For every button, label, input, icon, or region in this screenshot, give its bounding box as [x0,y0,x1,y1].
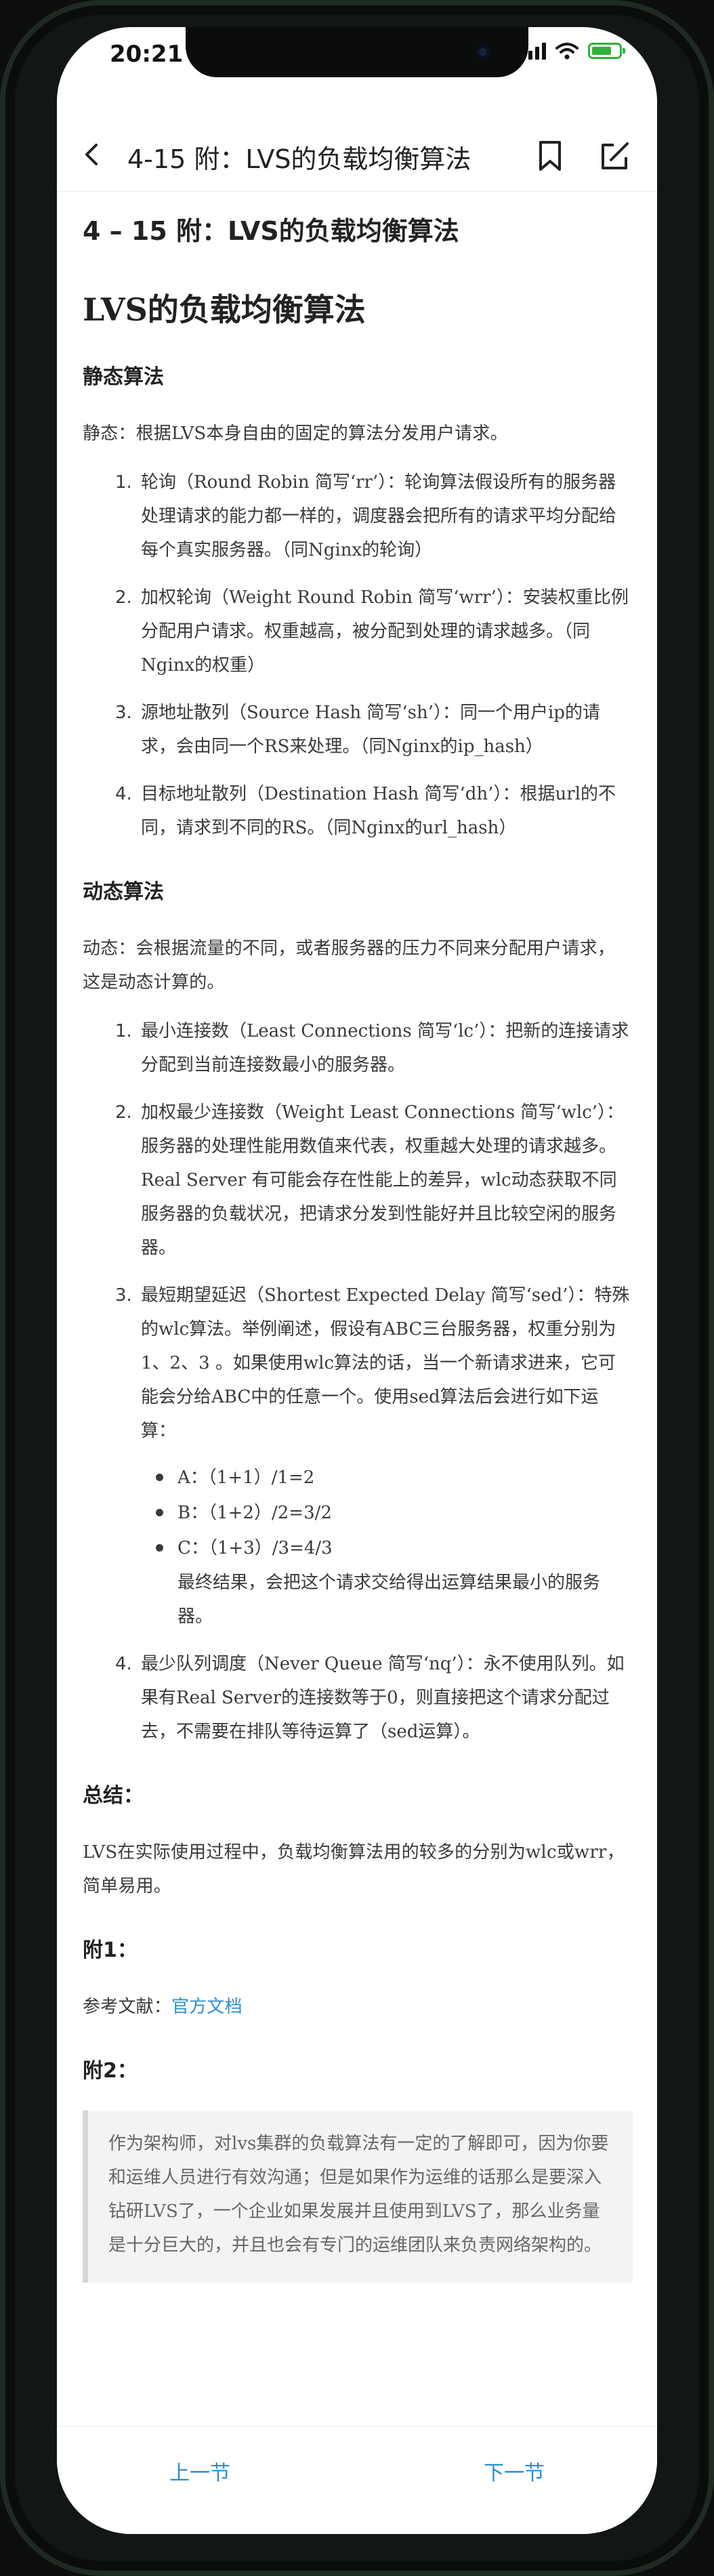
static-heading: 静态算法 [83,365,164,389]
appendix1-heading: 附1： [83,1938,138,1962]
edit-icon[interactable] [597,140,631,173]
list-item: 4. 最少队列调度（Never Queue 简写‘nq’）：永不使用队列。如果有R… [115,1654,625,1742]
page-heading: 4 – 15 附：LVS的负载均衡算法 [83,216,459,246]
list-item: 4. 目标地址散列（Destination Hash 简写‘dh’）：根据url的… [115,784,616,838]
summary-heading: 总结： [83,1784,144,1808]
list-item: 1. 最小连接数（Least Connections 简写‘lc’）：把新的连接请… [115,1021,629,1075]
list-item: 1. 轮询（Round Robin 简写‘rr’）：轮询算法假设所有的服务器处理请… [115,472,617,560]
bookmark-icon[interactable] [535,140,565,172]
dynamic-heading: 动态算法 [83,880,164,904]
camera-icon [476,45,490,60]
list-item: 2. 加权最少连接数（Weight Least Connections 简写‘wl… [115,1102,625,1258]
sed-calc-item: A：（1+1）/1=2 [141,1460,633,1495]
nav-title: 4-15 附：LVS的负载均衡算法 [127,144,471,174]
static-intro: 静态：根据LVS本身自由的固定的算法分发用户请求。 [83,423,508,444]
wifi-icon [555,43,579,60]
appendix2-heading: 附2： [83,2059,138,2083]
dynamic-list: 1. 最小连接数（Least Connections 简写‘lc’）：把新的连接请… [83,1014,633,1749]
phone-frame: 20:21 4-15 附：LVS的负载均衡算法 4 – 15 附：LVS的负载均… [0,0,714,2576]
bottom-nav: 上一节 下一节 [57,2426,657,2534]
list-item: 3. 源地址散列（Source Hash 简写‘sh’）：同一个用户ip的请求，会… [115,703,600,757]
sed-calc-item: B：（1+2）/2=3/2 [141,1495,633,1531]
list-item: 2. 加权轮询（Weight Round Robin 简写‘wrr’）：安装权重比… [115,587,629,676]
blockquote: 作为架构师，对lvs集群的负载算法有一定的了解即可，因为你要和运维人员进行有效沟… [83,2111,633,2283]
battery-icon [588,43,625,59]
official-docs-link[interactable]: 官方文档 [171,1997,243,2017]
reference-line: 参考文献：官方文档 [83,1990,633,2024]
next-section-button[interactable]: 下一节 [484,2456,545,2486]
sed-calc-item: C：（1+3）/3=4/3 [141,1531,633,1566]
status-icons [522,42,625,60]
signal-icon [522,42,546,60]
sed-calc-list: A：（1+1）/1=2 B：（1+2）/2=3/2 C：（1+3）/3=4/3 [141,1460,633,1566]
dynamic-intro: 动态：会根据流量的不同，或者服务器的压力不同来分配用户请求，这是动态计算的。 [83,938,616,993]
prev-section-button[interactable]: 上一节 [169,2456,230,2486]
nav-bar: 4-15 附：LVS的负载均衡算法 [57,121,657,192]
list-item: 3. 最短期望延迟（Shortest Expected Delay 简写‘sed’… [83,1279,633,1634]
reference-label: 参考文献： [83,1997,172,2017]
static-list: 1. 轮询（Round Robin 简写‘rr’）：轮询算法假设所有的服务器处理请… [83,465,633,845]
main-heading: LVS的负载均衡算法 [83,291,366,328]
status-time: 20:21 [110,41,184,68]
phone-screen: 20:21 4-15 附：LVS的负载均衡算法 4 – 15 附：LVS的负载均… [57,27,657,2534]
article-content: 4 – 15 附：LVS的负载均衡算法 LVS的负载均衡算法 静态算法 静态：根… [83,210,633,2283]
summary-text: LVS在实际使用过程中，负载均衡算法用的较多的分别为wlc或wrr，简单易用。 [83,1842,625,1896]
notch [186,27,528,77]
back-arrow-icon[interactable] [77,140,107,169]
sed-note: 最终结果，会把这个请求交给得出运算结果最小的服务器。 [177,1573,601,1627]
